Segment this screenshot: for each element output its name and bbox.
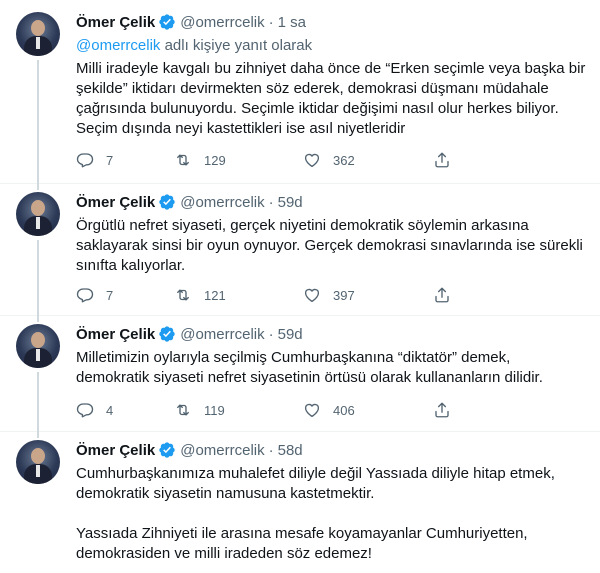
thread-connector bbox=[37, 316, 39, 322]
retweet-icon bbox=[177, 404, 189, 416]
verified-badge-icon bbox=[159, 194, 175, 210]
tweet-paragraph: Cumhurbaşkanımıza muhalefet diliyle deği… bbox=[76, 465, 555, 502]
tweet-text: Örgütlü nefret siyaseti, gerçek niyetini… bbox=[76, 216, 586, 276]
tweet[interactable]: Ömer Çelik @omerrcelik · 58d Cumhurbaşka… bbox=[0, 432, 600, 573]
share-button[interactable] bbox=[433, 286, 451, 304]
share-icon bbox=[435, 287, 449, 303]
tweet-timestamp[interactable]: 58d bbox=[278, 442, 303, 459]
like-count: 406 bbox=[333, 402, 355, 418]
thread-connector bbox=[37, 240, 39, 316]
thread-connector bbox=[37, 60, 39, 184]
tweet-actions: 7 121 397 bbox=[76, 285, 451, 305]
separator-dot: · bbox=[268, 13, 274, 31]
tweet-text: Milletimizin oylarıyla seçilmiş Cumhurba… bbox=[76, 348, 586, 388]
avatar[interactable] bbox=[16, 192, 60, 236]
reply-icon bbox=[76, 288, 94, 303]
replying-to: @omerrcelik adlı kişiye yanıt olarak bbox=[76, 37, 312, 54]
like-icon bbox=[304, 403, 320, 418]
retweet-count: 121 bbox=[204, 287, 226, 303]
thread-connector bbox=[37, 184, 39, 190]
avatar[interactable] bbox=[16, 12, 60, 56]
retweet-icon bbox=[177, 289, 189, 301]
tweet-header: Ömer Çelik @omerrcelik · 1 sa bbox=[76, 12, 306, 32]
retweet-button[interactable]: 129 bbox=[174, 151, 303, 169]
tweet-paragraph: Milli iradeyle kavgalı bu zihniyet daha … bbox=[76, 60, 586, 137]
author-handle[interactable]: @omerrcelik bbox=[180, 14, 264, 31]
separator-dot: · bbox=[268, 441, 274, 459]
tweet-actions: 4 119 406 bbox=[76, 400, 451, 420]
reply-button[interactable]: 7 bbox=[76, 151, 174, 169]
tweet-actions: 7 129 362 bbox=[76, 150, 451, 170]
verified-badge-icon bbox=[159, 442, 175, 458]
author-handle[interactable]: @omerrcelik bbox=[180, 442, 264, 459]
tweet-thread: Ömer Çelik @omerrcelik · 1 sa @omerrceli… bbox=[0, 0, 600, 573]
tweet-text: Cumhurbaşkanımıza muhalefet diliyle deği… bbox=[76, 464, 586, 564]
tweet-timestamp[interactable]: 59d bbox=[278, 194, 303, 211]
share-button[interactable] bbox=[433, 151, 451, 169]
avatar[interactable] bbox=[16, 324, 60, 368]
thread-connector bbox=[37, 432, 39, 438]
reply-icon bbox=[76, 153, 94, 168]
share-button[interactable] bbox=[433, 401, 451, 419]
verified-badge-icon bbox=[159, 326, 175, 342]
author-name[interactable]: Ömer Çelik bbox=[76, 442, 155, 459]
thread-connector bbox=[37, 372, 39, 432]
like-count: 397 bbox=[333, 287, 355, 303]
retweet-button[interactable]: 119 bbox=[174, 401, 303, 419]
share-icon bbox=[435, 402, 449, 418]
reply-button[interactable]: 7 bbox=[76, 286, 174, 304]
reply-count: 7 bbox=[106, 152, 114, 168]
like-icon bbox=[304, 288, 320, 303]
like-button[interactable]: 362 bbox=[303, 151, 433, 169]
tweet-text: Milli iradeyle kavgalı bu zihniyet daha … bbox=[76, 59, 586, 139]
separator-dot: · bbox=[268, 193, 274, 211]
tweet-paragraph: Örgütlü nefret siyaseti, gerçek niyetini… bbox=[76, 217, 583, 274]
share-icon bbox=[435, 152, 449, 168]
retweet-count: 129 bbox=[204, 152, 226, 168]
tweet-paragraph: Milletimizin oylarıyla seçilmiş Cumhurba… bbox=[76, 349, 543, 386]
reply-button[interactable]: 4 bbox=[76, 401, 174, 419]
separator-dot: · bbox=[268, 325, 274, 343]
avatar[interactable] bbox=[16, 440, 60, 484]
author-name[interactable]: Ömer Çelik bbox=[76, 326, 155, 343]
reply-count: 7 bbox=[106, 287, 114, 303]
replying-to-label: adlı kişiye yanıt olarak bbox=[160, 37, 313, 54]
tweet[interactable]: Ömer Çelik @omerrcelik · 59d Milletimizi… bbox=[0, 316, 600, 432]
author-name[interactable]: Ömer Çelik bbox=[76, 194, 155, 211]
reply-icon bbox=[76, 403, 94, 418]
like-button[interactable]: 406 bbox=[303, 401, 433, 419]
like-count: 362 bbox=[333, 152, 355, 168]
retweet-icon bbox=[177, 154, 189, 166]
tweet-header: Ömer Çelik @omerrcelik · 59d bbox=[76, 192, 303, 212]
reply-count: 4 bbox=[106, 402, 114, 418]
tweet[interactable]: Ömer Çelik @omerrcelik · 1 sa @omerrceli… bbox=[0, 0, 600, 184]
tweet[interactable]: Ömer Çelik @omerrcelik · 59d Örgütlü nef… bbox=[0, 184, 600, 316]
tweet-timestamp[interactable]: 59d bbox=[278, 326, 303, 343]
author-name[interactable]: Ömer Çelik bbox=[76, 14, 155, 31]
verified-badge-icon bbox=[159, 14, 175, 30]
author-handle[interactable]: @omerrcelik bbox=[180, 326, 264, 343]
tweet-header: Ömer Çelik @omerrcelik · 58d bbox=[76, 440, 303, 460]
like-icon bbox=[304, 153, 320, 168]
like-button[interactable]: 397 bbox=[303, 286, 433, 304]
tweet-paragraph: Yassıada Zihniyeti ile arasına mesafe ko… bbox=[76, 525, 528, 562]
tweet-timestamp[interactable]: 1 sa bbox=[278, 14, 306, 31]
tweet-header: Ömer Çelik @omerrcelik · 59d bbox=[76, 324, 303, 344]
retweet-button[interactable]: 121 bbox=[174, 286, 303, 304]
retweet-count: 119 bbox=[204, 402, 225, 418]
reply-mention-link[interactable]: @omerrcelik bbox=[76, 37, 160, 54]
author-handle[interactable]: @omerrcelik bbox=[180, 194, 264, 211]
